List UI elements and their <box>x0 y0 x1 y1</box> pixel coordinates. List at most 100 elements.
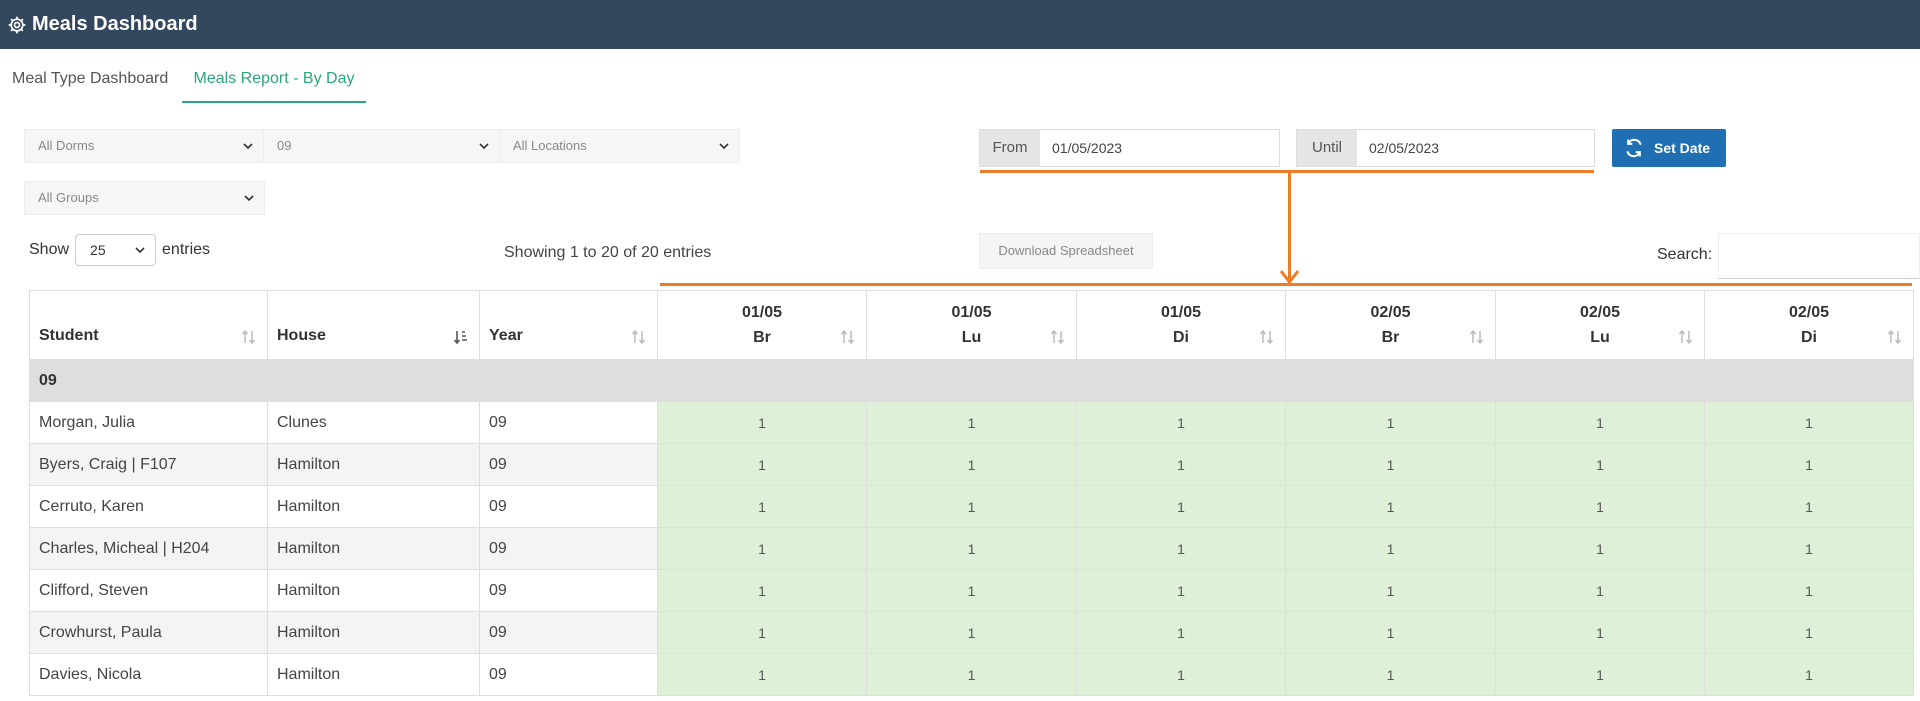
meal-count-cell: 1 <box>1704 569 1914 612</box>
meal-count-cell: 1 <box>866 569 1077 612</box>
year-select-value: 09 <box>277 138 292 153</box>
chevron-down-icon <box>243 143 253 150</box>
group-row: 09 <box>29 359 1914 402</box>
meal-count-cell: 1 <box>1285 443 1496 486</box>
sort-icon <box>1469 329 1484 345</box>
search-input[interactable] <box>1718 233 1920 279</box>
locations-select-value: All Locations <box>513 138 587 153</box>
from-date-input[interactable]: 01/05/2023 <box>1040 130 1279 166</box>
annotation-arrow-icon <box>1280 270 1299 284</box>
until-date-group: Until 02/05/2023 <box>1296 129 1595 167</box>
table-info: Showing 1 to 20 of 20 entries <box>504 244 712 261</box>
year-cell: 09 <box>479 527 658 570</box>
table-header-row: Student House Year 01/05 Br 01/05 Lu 01/… <box>29 290 1914 360</box>
col-house[interactable]: House <box>267 290 480 360</box>
col-date-meal[interactable]: 02/05 Lu <box>1495 290 1705 360</box>
app-title: Meals Dashboard <box>32 13 198 35</box>
col-date: 01/05 <box>951 304 992 321</box>
group-label: 09 <box>29 359 1914 402</box>
dorms-select[interactable]: All Dorms <box>24 129 264 163</box>
from-date-group: From 01/05/2023 <box>979 129 1280 167</box>
col-meal: Di <box>1173 329 1189 346</box>
chevron-down-icon <box>135 247 145 254</box>
col-meal: Lu <box>961 329 982 346</box>
col-date-meal[interactable]: 02/05 Di <box>1704 290 1914 360</box>
from-label: From <box>980 130 1040 166</box>
meal-count-cell: 1 <box>1704 611 1914 654</box>
col-date-meal[interactable]: 02/05 Br <box>1285 290 1496 360</box>
col-date-meal[interactable]: 01/05 Br <box>657 290 867 360</box>
show-entries: Show 25 entries <box>29 234 210 266</box>
meals-table: Student House Year 01/05 Br 01/05 Lu 01/… <box>29 290 1914 696</box>
meal-count-cell: 1 <box>866 527 1077 570</box>
meal-count-cell: 1 <box>1285 485 1496 528</box>
meal-count-cell: 1 <box>657 569 867 612</box>
annotation-column-bar <box>660 283 1912 286</box>
tab-meal-type-dashboard[interactable]: Meal Type Dashboard <box>12 64 168 103</box>
meal-count-cell: 1 <box>1076 527 1286 570</box>
year-cell: 09 <box>479 611 658 654</box>
meal-count-cell: 1 <box>1495 401 1705 444</box>
house-cell: Hamilton <box>267 611 480 654</box>
meal-count-cell: 1 <box>866 401 1077 444</box>
meal-count-cell: 1 <box>1076 485 1286 528</box>
year-select[interactable]: 09 <box>263 129 500 163</box>
until-label: Until <box>1297 130 1357 166</box>
groups-select[interactable]: All Groups <box>24 181 265 215</box>
house-cell: Hamilton <box>267 527 480 570</box>
col-student-label: Student <box>39 327 99 344</box>
meal-count-cell: 1 <box>1704 653 1914 696</box>
sort-icon <box>1887 329 1902 345</box>
annotation-underline <box>980 170 1594 173</box>
col-date-meal[interactable]: 01/05 Di <box>1076 290 1286 360</box>
col-date: 02/05 <box>1788 304 1830 321</box>
table-row: Byers, Craig | F107 Hamilton 09 1 1 1 1 1 1 <box>29 443 1914 486</box>
tab-meals-report-by-day[interactable]: Meals Report - By Day <box>182 64 366 103</box>
download-spreadsheet-button[interactable]: Download Spreadsheet <box>979 233 1153 269</box>
year-cell: 09 <box>479 401 658 444</box>
col-date: 02/05 <box>1370 304 1411 321</box>
table-row: Charles, Micheal | H204 Hamilton 09 1 1 1 1 1 1 <box>29 527 1914 570</box>
groups-select-value: All Groups <box>38 190 99 205</box>
student-cell: Morgan, Julia <box>29 401 268 444</box>
sort-icon <box>1678 329 1693 345</box>
col-student[interactable]: Student <box>29 290 268 360</box>
table-row: Morgan, Julia Clunes 09 1 1 1 1 1 1 <box>29 401 1914 444</box>
col-meal: Br <box>753 329 771 346</box>
student-cell: Crowhurst, Paula <box>29 611 268 654</box>
meal-count-cell: 1 <box>1076 443 1286 486</box>
meal-count-cell: 1 <box>866 653 1077 696</box>
col-meal: Di <box>1801 329 1817 346</box>
table-row: Davies, Nicola Hamilton 09 1 1 1 1 1 1 <box>29 653 1914 696</box>
table-row: Cerruto, Karen Hamilton 09 1 1 1 1 1 1 <box>29 485 1914 528</box>
set-date-label: Set Date <box>1654 140 1711 156</box>
house-cell: Hamilton <box>267 485 480 528</box>
locations-select[interactable]: All Locations <box>499 129 740 163</box>
meal-count-cell: 1 <box>1076 653 1286 696</box>
year-cell: 09 <box>479 569 658 612</box>
house-cell: Hamilton <box>267 653 480 696</box>
gear-icon[interactable] <box>7 15 27 35</box>
student-cell: Byers, Craig | F107 <box>29 443 268 486</box>
student-cell: Clifford, Steven <box>29 569 268 612</box>
meal-count-cell: 1 <box>866 443 1077 486</box>
sort-icon <box>241 329 256 345</box>
until-date-input[interactable]: 02/05/2023 <box>1357 130 1594 166</box>
meal-count-cell: 1 <box>1285 401 1496 444</box>
sort-icon <box>1259 329 1274 345</box>
col-date-meal[interactable]: 01/05 Lu <box>866 290 1077 360</box>
col-meal: Lu <box>1590 329 1610 346</box>
year-cell: 09 <box>479 443 658 486</box>
student-cell: Davies, Nicola <box>29 653 268 696</box>
col-year[interactable]: Year <box>479 290 658 360</box>
meal-count-cell: 1 <box>657 611 867 654</box>
student-cell: Charles, Micheal | H204 <box>29 527 268 570</box>
set-date-button[interactable]: Set Date <box>1612 129 1726 167</box>
meal-count-cell: 1 <box>1076 401 1286 444</box>
sort-ascending-icon <box>453 331 467 345</box>
meal-count-cell: 1 <box>1076 611 1286 654</box>
page-size-select[interactable]: 25 <box>75 234 157 266</box>
dorms-select-value: All Dorms <box>38 138 95 153</box>
meal-count-cell: 1 <box>1076 569 1286 612</box>
sort-icon <box>840 329 855 345</box>
